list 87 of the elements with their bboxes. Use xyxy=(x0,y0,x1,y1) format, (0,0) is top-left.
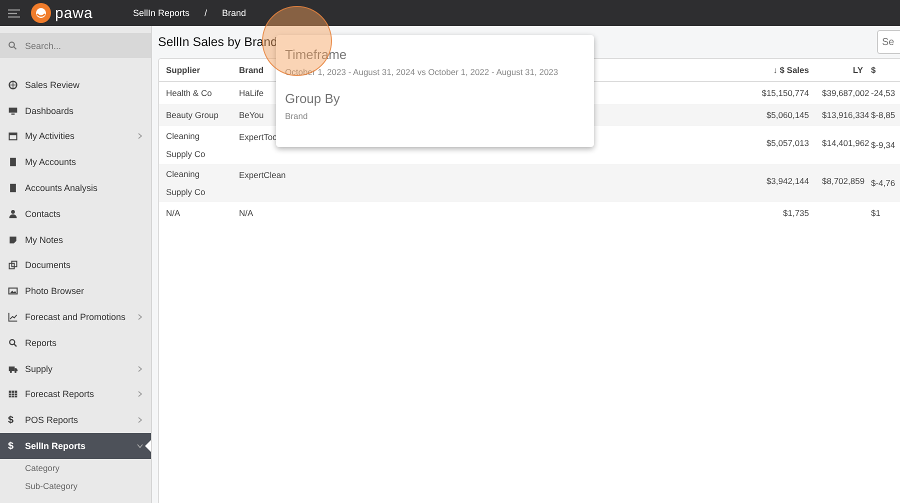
building-icon xyxy=(8,157,18,168)
sidebar-item-label: My Notes xyxy=(25,234,64,245)
column-header[interactable]: Supplier xyxy=(166,65,200,75)
table-cell: $14,401,962 xyxy=(822,138,870,148)
popover-value: Brand xyxy=(285,111,309,121)
column-header[interactable]: LY xyxy=(852,65,863,75)
sidebar-item-label: Contacts xyxy=(25,208,62,219)
table-cell: N/A xyxy=(239,208,254,218)
sidebar-item-label: My Activities xyxy=(25,131,76,142)
sidebar-item-label: Accounts Analysis xyxy=(25,183,99,194)
table-cell: $-9,34 xyxy=(871,140,896,150)
sidebar-item[interactable]: Dashboards xyxy=(0,98,151,124)
table-cell: $8,702,859 xyxy=(822,176,865,186)
table-cell: $3,942,144 xyxy=(766,176,809,186)
breadcrumb-separator: / xyxy=(204,8,208,18)
table-cell: HaLife xyxy=(239,88,264,98)
table-cell: $1 xyxy=(871,208,880,218)
copy-icon xyxy=(8,260,18,270)
column-header[interactable]: Brand xyxy=(239,65,264,75)
sidebar-item[interactable]: $ SellIn Reports xyxy=(0,433,151,459)
column-header[interactable]: ↓ $ Sales xyxy=(773,65,809,75)
sidebar-item-label: Photo Browser xyxy=(25,286,86,296)
sidebar-item[interactable]: Accounts Analysis xyxy=(0,175,151,201)
sidebar-item[interactable]: Photo Browser xyxy=(0,278,151,304)
logo-icon xyxy=(31,3,51,23)
sidebar-item-label: My Accounts xyxy=(25,157,78,168)
sidebar-item[interactable]: Documents xyxy=(0,252,151,278)
globe-icon xyxy=(8,80,18,90)
building-icon xyxy=(8,183,18,194)
dollar-icon: $ xyxy=(8,440,16,452)
sidebar-item-label: Documents xyxy=(25,260,72,270)
table-cell: N/A xyxy=(166,208,180,218)
submenu-item[interactable]: Category xyxy=(0,458,151,477)
table-cell: Cleaning Supply Co xyxy=(166,169,206,197)
calendar-icon xyxy=(8,131,18,142)
table-icon xyxy=(8,389,18,400)
table-search-field[interactable]: Se xyxy=(877,30,900,54)
table-cell: ExpertToo xyxy=(239,132,278,142)
submenu-item[interactable]: Sub-Category xyxy=(0,476,151,495)
sidebar-item[interactable]: Supply xyxy=(0,356,151,382)
table-cell: $5,060,145 xyxy=(766,110,809,120)
person-icon xyxy=(8,208,18,219)
column-header[interactable]: $ xyxy=(871,65,876,75)
dollar-icon: $ xyxy=(8,414,16,426)
table-cell: $1,735 xyxy=(783,208,809,218)
sidebar-item-label: Dashboards xyxy=(25,106,75,116)
search-icon xyxy=(8,41,17,50)
table-cell: Beauty Group xyxy=(166,110,218,120)
table-cell: BeYou xyxy=(239,110,264,120)
breadcrumb-link[interactable]: Brand xyxy=(222,8,246,18)
search-icon xyxy=(8,338,18,348)
sidebar-item[interactable]: Forecast and Promotions xyxy=(0,304,151,330)
table-cell: $15,150,774 xyxy=(762,88,809,98)
sidebar-item[interactable]: My Activities xyxy=(0,124,151,150)
table-cell: $5,057,013 xyxy=(766,138,809,148)
search-field[interactable]: Search... xyxy=(0,33,151,58)
table-cell: ExpertClean xyxy=(239,170,286,180)
menu-icon[interactable] xyxy=(8,8,20,18)
table-cell: Cleaning Supply Co xyxy=(166,131,206,159)
sidebar-item[interactable]: Sales Review xyxy=(0,72,151,98)
sidebar-item[interactable]: Reports xyxy=(0,330,151,356)
sidebar-item-label: Forecast Reports xyxy=(25,389,96,400)
sidebar-item-label: Sales Review xyxy=(25,80,81,90)
sidebar-item[interactable]: My Accounts xyxy=(0,149,151,176)
breadcrumb-link[interactable]: SellIn Reports xyxy=(133,8,190,18)
sidebar-item[interactable]: $ POS Reports xyxy=(0,407,151,434)
table-cell: -24,53 xyxy=(871,88,896,98)
sidebar-item-label: Supply xyxy=(25,364,54,374)
sidebar-item[interactable]: Forecast Reports xyxy=(0,382,151,408)
sidebar-item-label: POS Reports xyxy=(25,415,80,426)
table-cell: $-4,76 xyxy=(871,178,896,188)
sidebar-item[interactable]: My Notes xyxy=(0,226,151,253)
sidebar-item-label: Reports xyxy=(25,338,58,348)
table-cell: Health & Co xyxy=(166,88,212,98)
table-cell: $13,916,334 xyxy=(822,110,870,120)
sidebar-item-label: Forecast and Promotions xyxy=(25,312,127,322)
line-chart-icon xyxy=(8,312,18,322)
table-cell: $39,687,002 xyxy=(822,88,870,98)
sidebar-item[interactable]: Contacts xyxy=(0,200,151,227)
sidebar-item-label: SellIn Reports xyxy=(25,441,87,452)
truck-icon xyxy=(8,364,18,374)
monitor-icon xyxy=(8,106,18,116)
image-icon xyxy=(8,286,18,296)
logo-text: pawa xyxy=(55,4,94,22)
popover-heading: Group By xyxy=(285,91,341,106)
note-icon xyxy=(8,234,18,245)
table-cell: $-8,85 xyxy=(871,110,896,120)
